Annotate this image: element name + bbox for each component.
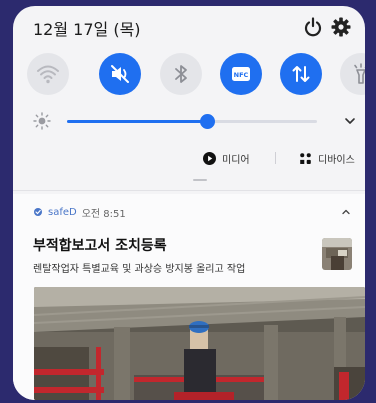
wifi-toggle[interactable] — [27, 53, 69, 95]
safed-app-icon — [34, 208, 42, 216]
nfc-toggle[interactable]: NFC — [220, 53, 262, 95]
brightness-slider[interactable] — [67, 114, 317, 129]
play-circle-icon — [203, 151, 216, 165]
brightness-slider-fill — [67, 120, 207, 123]
media-label: 미디어 — [222, 154, 250, 166]
status-row: 12월 17일 (목) — [33, 16, 351, 40]
date-label: 12월 17일 (목) — [33, 20, 141, 39]
panel-divider — [13, 190, 365, 191]
app-name: safeD — [48, 206, 77, 218]
notification-panel: 12월 17일 (목) NFC 미디어 디바이스 safeD 오전 8:51 부… — [13, 6, 365, 400]
bluetooth-toggle[interactable] — [160, 53, 202, 95]
brightness-row — [33, 106, 358, 136]
power-icon[interactable] — [303, 16, 323, 38]
devices-button[interactable]: 디바이스 — [299, 146, 355, 170]
flashlight-toggle[interactable] — [340, 53, 365, 95]
mute-icon — [111, 65, 129, 83]
nfc-icon: NFC — [232, 67, 250, 81]
sound-toggle[interactable] — [99, 53, 141, 95]
mobile-data-toggle[interactable] — [280, 53, 322, 95]
drag-handle[interactable] — [193, 179, 207, 181]
media-button[interactable]: 미디어 — [203, 146, 250, 170]
devices-label: 디바이스 — [318, 154, 355, 166]
chevron-up-icon[interactable] — [340, 206, 352, 218]
bluetooth-icon — [175, 65, 187, 83]
flashlight-icon — [354, 63, 365, 84]
notification-card[interactable]: safeD 오전 8:51 부적합보고서 조치등록 렌탈작업자 특별교육 및 과… — [13, 194, 365, 400]
devices-grid-icon — [300, 152, 311, 164]
notification-header: safeD 오전 8:51 — [33, 204, 126, 220]
chevron-down-icon[interactable] — [342, 113, 358, 129]
notification-time: 오전 8:51 — [81, 208, 126, 220]
gear-icon[interactable] — [331, 17, 351, 37]
wifi-icon — [37, 65, 59, 84]
notification-body: 렌탈작업자 특별교육 및 과상승 방지봉 올리고 작업 — [33, 264, 246, 275]
svg-text:NFC: NFC — [234, 71, 249, 79]
notification-photo — [34, 287, 365, 400]
notification-title: 부적합보고서 조치등록 — [33, 238, 167, 254]
quick-settings-toggles: NFC — [27, 53, 365, 99]
brightness-slider-thumb[interactable] — [200, 114, 215, 129]
notification-thumbnail — [322, 238, 352, 270]
sun-icon — [33, 112, 51, 130]
media-devices-row: 미디어 디바이스 — [13, 146, 365, 174]
media-divider — [275, 152, 276, 164]
data-transfer-icon — [292, 66, 310, 82]
